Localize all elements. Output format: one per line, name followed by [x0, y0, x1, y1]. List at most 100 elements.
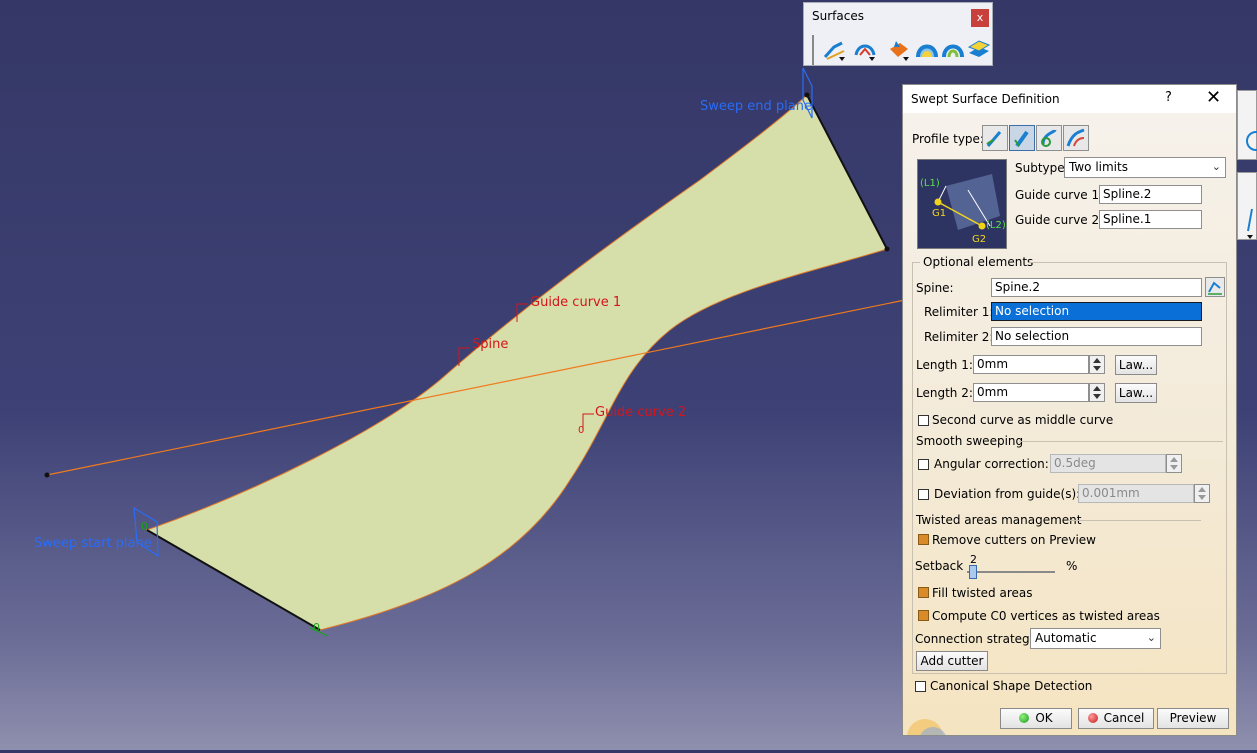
guide-curve-2-label: Guide curve 2:: [1015, 213, 1104, 227]
fill-twisted-label: Fill twisted areas: [932, 586, 1033, 600]
subtype-label: Subtype:: [1015, 161, 1069, 175]
angular-correction-label: Angular correction:: [934, 457, 1049, 471]
chevron-down-icon: ⌄: [1146, 631, 1156, 644]
fill-icon[interactable]: [852, 37, 878, 63]
blend-icon[interactable]: [940, 37, 966, 63]
angular-correction-spinner[interactable]: [1166, 454, 1182, 473]
length-2-law-button[interactable]: Law...: [1115, 383, 1157, 403]
spine-label[interactable]: Spine: [472, 337, 508, 352]
offset-icon[interactable]: [966, 37, 992, 63]
swept-surface[interactable]: [145, 94, 888, 631]
dialog-titlebar[interactable]: Swept Surface Definition ? ✕: [903, 85, 1236, 113]
guide-curve-2-marker: 0: [578, 425, 584, 436]
angular-correction-checkbox[interactable]: [918, 459, 929, 470]
setback-slider-thumb[interactable]: [968, 565, 977, 579]
compute-c0-checkbox[interactable]: [918, 610, 929, 621]
side-toolbar-fragment[interactable]: [1237, 172, 1257, 240]
toolbar-title: Surfaces: [812, 9, 864, 23]
chevron-down-icon: ⌄: [1211, 160, 1221, 173]
spine-sketch-button[interactable]: [1205, 277, 1225, 297]
loft-icon[interactable]: [914, 37, 940, 63]
fill-twisted-checkbox[interactable]: [918, 587, 929, 598]
connection-strategy-value: Automatic: [1035, 631, 1097, 645]
cancel-icon: [1087, 713, 1098, 723]
canonical-shape-label: Canonical Shape Detection: [930, 679, 1093, 693]
cancel-button[interactable]: Cancel: [1078, 708, 1154, 729]
length-1-label: Length 1:: [916, 358, 973, 372]
smooth-sweeping-title: Smooth sweeping: [916, 434, 1024, 448]
group-border: [1019, 441, 1223, 442]
length-1-field[interactable]: 0mm: [973, 355, 1089, 374]
relimiter-1-label: Relimiter 1:: [924, 305, 994, 319]
profile-type-conic-button[interactable]: [1063, 125, 1089, 151]
ok-button[interactable]: OK: [1000, 708, 1072, 729]
deviation-spinner[interactable]: [1194, 484, 1210, 503]
second-curve-middle-checkbox[interactable]: [918, 415, 929, 426]
surfaces-toolbar[interactable]: Surfaces x: [803, 2, 993, 66]
angular-correction-field[interactable]: 0.5deg: [1050, 454, 1166, 473]
length-1-spinner[interactable]: [1089, 355, 1105, 374]
remove-cutters-checkbox[interactable]: [918, 534, 929, 545]
curve-icon[interactable]: [1238, 173, 1257, 241]
group-border: [1069, 520, 1201, 521]
toolbar-icon-row: [812, 35, 992, 65]
setback-label: Setback: [915, 559, 964, 573]
length-2-field[interactable]: 0mm: [973, 383, 1089, 402]
preview-g1-label: G1: [932, 208, 946, 219]
guide-curve-1-field[interactable]: Spline.2: [1099, 185, 1202, 204]
profile-type-label: Profile type:: [912, 132, 984, 146]
setback-slider-track[interactable]: [967, 571, 1055, 573]
spine-start-point[interactable]: [44, 472, 50, 478]
sweep-start-plane-label[interactable]: Sweep start plane: [34, 536, 152, 551]
guide-curve-1-label: Guide curve 1:: [1015, 188, 1104, 202]
decorative-corner-graphic: [907, 719, 946, 735]
linear-profile-icon: [1014, 130, 1029, 148]
circle-icon[interactable]: [1238, 91, 1257, 161]
conic-profile-icon: [1066, 128, 1085, 147]
profile-type-explicit-button[interactable]: [982, 125, 1008, 151]
relimiter-1-field[interactable]: No selection: [991, 302, 1202, 321]
cancel-label: Cancel: [1103, 711, 1145, 725]
deviation-field[interactable]: 0.001mm: [1078, 484, 1194, 503]
canonical-shape-checkbox[interactable]: [915, 681, 926, 692]
side-toolbar-fragment[interactable]: [1237, 90, 1257, 160]
length-2-spinner[interactable]: [1089, 383, 1105, 402]
deviation-checkbox[interactable]: [918, 489, 929, 500]
help-button[interactable]: ?: [1165, 90, 1172, 105]
profile-type-circle-button[interactable]: [1036, 125, 1062, 151]
preview-l2-label: (L2): [986, 220, 1006, 231]
second-curve-middle-label: Second curve as middle curve: [932, 413, 1114, 427]
preview-button[interactable]: Preview: [1157, 708, 1229, 729]
spine-field[interactable]: Spine.2: [991, 278, 1202, 297]
surface-corner-point[interactable]: [804, 92, 810, 98]
sweep-icon[interactable]: [822, 37, 848, 63]
profile-type-linear-button[interactable]: [1009, 125, 1035, 151]
guide-curve-1-label[interactable]: Guide curve 1: [530, 295, 621, 310]
setback-unit: %: [1066, 559, 1078, 573]
connection-strategy-select[interactable]: Automatic ⌄: [1030, 628, 1161, 649]
sweep-end-plane-label[interactable]: Sweep end plane: [700, 99, 812, 114]
preview-g2-label: G2: [972, 234, 986, 245]
explicit-profile-icon: [986, 131, 1002, 147]
surface-corner-point[interactable]: [884, 246, 890, 252]
twisted-areas-title: Twisted areas management: [916, 513, 1082, 527]
sketch-icon: [1208, 281, 1222, 295]
guide-curve-2-field[interactable]: Spline.1: [1099, 210, 1202, 229]
ok-icon: [1019, 713, 1030, 723]
dialog-title: Swept Surface Definition: [911, 92, 1060, 106]
dialog-close-button[interactable]: ✕: [1206, 87, 1221, 108]
subtype-select[interactable]: Two limits ⌄: [1064, 157, 1226, 178]
extrude-icon[interactable]: [886, 37, 912, 63]
guide-curve-2-label[interactable]: Guide curve 2: [595, 405, 686, 420]
relimiter-2-field[interactable]: No selection: [991, 327, 1202, 346]
subtype-value: Two limits: [1069, 160, 1128, 174]
length-2-label: Length 2:: [916, 386, 973, 400]
spine-label: Spine:: [916, 281, 954, 295]
length-1-law-button[interactable]: Law...: [1115, 355, 1157, 375]
preview-l1-label: (L1): [920, 178, 940, 189]
toolbar-close-button[interactable]: x: [971, 9, 989, 27]
swept-surface-dialog[interactable]: Swept Surface Definition ? ✕ Profile typ…: [902, 84, 1237, 736]
add-cutter-button[interactable]: Add cutter: [916, 651, 988, 671]
connection-strategy-label: Connection strategy:: [915, 632, 1040, 646]
subtype-preview-image: (L1) G1 (L2) G2: [917, 159, 1007, 249]
